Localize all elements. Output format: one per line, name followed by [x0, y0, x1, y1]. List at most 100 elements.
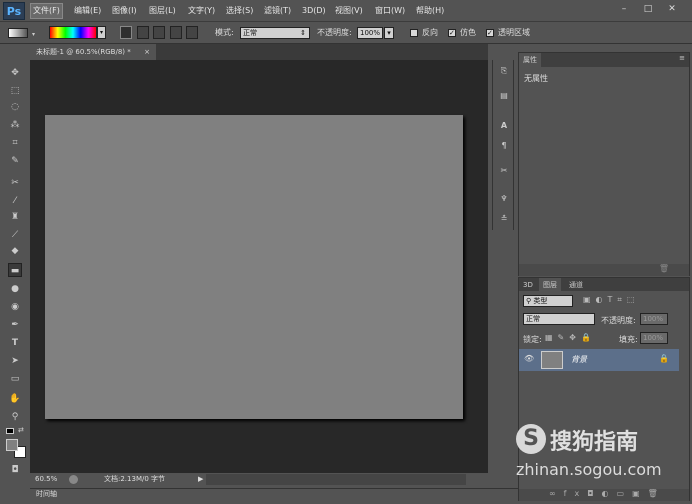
layer-filter-select[interactable]: ⚲ 类型: [523, 295, 573, 307]
panel-menu-icon[interactable]: ≡: [679, 54, 685, 62]
character-panel-icon[interactable]: A: [498, 120, 510, 132]
path-selection-icon[interactable]: ➤: [8, 354, 22, 368]
close-tab-icon[interactable]: ×: [144, 44, 150, 60]
lock-icons[interactable]: ▦✎✥🔒: [545, 333, 596, 342]
tool-presets-icon[interactable]: ✂: [498, 165, 510, 177]
mode-label: 模式:: [215, 28, 234, 37]
mode-select[interactable]: 正常 ⇕: [240, 27, 310, 39]
tool-preset-arrow-icon[interactable]: ▾: [32, 31, 35, 38]
status-menu-arrow-icon[interactable]: ▶: [198, 473, 203, 486]
linear-gradient-icon[interactable]: [120, 26, 132, 39]
default-colors-icon[interactable]: [6, 428, 14, 434]
canvas[interactable]: [45, 115, 463, 419]
gradient-picker[interactable]: [49, 26, 97, 39]
menu-3d[interactable]: 3D(D): [300, 4, 328, 18]
opacity-dropdown-icon[interactable]: ▾: [384, 27, 394, 39]
tab-layers[interactable]: 图层: [539, 278, 561, 292]
properties-footer: 🗑: [519, 264, 689, 276]
menu-select[interactable]: 选择(S): [224, 4, 255, 18]
close-button[interactable]: ✕: [664, 2, 680, 16]
tab-channels[interactable]: 通道: [565, 278, 587, 292]
move-icon[interactable]: ✥: [8, 66, 22, 80]
fill-input[interactable]: 100%: [640, 332, 668, 344]
layer-filter-value: 类型: [533, 297, 548, 305]
radial-gradient-icon[interactable]: [137, 26, 149, 39]
lasso-icon[interactable]: ◌: [8, 100, 22, 114]
document-tab-title: 未标题-1 @ 60.5%(RGB/8) *: [36, 48, 131, 56]
minimize-button[interactable]: –: [616, 2, 632, 16]
transparency-label: 透明区域: [498, 28, 530, 37]
hand-icon[interactable]: ✋: [8, 392, 22, 406]
crop-icon[interactable]: ⌗: [8, 136, 22, 150]
diamond-gradient-icon[interactable]: [186, 26, 198, 39]
zoom-icon[interactable]: ⚲: [8, 410, 22, 424]
opacity-input[interactable]: 100%: [357, 27, 383, 39]
timeline-label[interactable]: 时间轴: [36, 489, 57, 500]
watermark-url: zhinan.sogou.com: [516, 460, 662, 479]
properties-panel: 属性 ≡ 无属性 🗑: [518, 52, 690, 276]
layer-opacity-input[interactable]: 100%: [640, 313, 668, 325]
layer-name[interactable]: 背景: [571, 354, 587, 365]
swap-colors-icon[interactable]: ⇄: [18, 426, 24, 434]
menu-edit[interactable]: 编辑(E): [72, 4, 103, 18]
clone-stamp-icon[interactable]: ♜: [8, 210, 22, 224]
type-icon[interactable]: T: [8, 336, 22, 350]
tab-3d[interactable]: 3D: [519, 278, 537, 292]
zoom-level[interactable]: 60.5%: [35, 473, 57, 486]
menu-type[interactable]: 文字(Y): [186, 4, 217, 18]
angle-gradient-icon[interactable]: [153, 26, 165, 39]
quick-mask-icon[interactable]: ◘: [8, 463, 22, 477]
menu-filter[interactable]: 滤镜(T): [262, 4, 293, 18]
magic-wand-icon[interactable]: ⁂: [8, 118, 22, 132]
horizontal-scrollbar[interactable]: [206, 474, 466, 485]
tab-properties[interactable]: 属性: [519, 53, 541, 67]
paragraph-panel-icon[interactable]: ¶: [498, 140, 510, 152]
visibility-eye-icon[interactable]: 👁: [524, 354, 534, 363]
foreground-color-swatch[interactable]: [6, 439, 18, 451]
menu-view[interactable]: 视图(V): [333, 4, 365, 18]
status-bar: 60.5% 文档:2.13M/0 字节 ▶: [30, 473, 488, 486]
restore-button[interactable]: □: [640, 2, 656, 16]
menu-help[interactable]: 帮助(H): [414, 4, 446, 18]
transparency-checkbox[interactable]: ✓: [486, 29, 494, 37]
menu-layer[interactable]: 图层(L): [147, 4, 178, 18]
actions-panel-icon[interactable]: ▤: [498, 90, 510, 102]
reflected-gradient-icon[interactable]: [170, 26, 182, 39]
tools-panel: ✥ ⬚ ◌ ⁂ ⌗ ✎ ✂ ⁄ ♜ ⟋ ◆ ▬ ● ◉ ✒ T ➤ ▭ ✋ ⚲ …: [4, 60, 26, 478]
dither-checkbox[interactable]: ✓: [448, 29, 456, 37]
marquee-icon[interactable]: ⬚: [8, 84, 22, 98]
brush-presets-icon[interactable]: ♆: [498, 193, 510, 205]
brush-icon[interactable]: ⁄: [8, 194, 22, 208]
adjust-icon[interactable]: ≛: [498, 213, 510, 225]
menu-file[interactable]: 文件(F): [30, 3, 63, 19]
dodge-icon[interactable]: ◉: [8, 300, 22, 314]
menu-window[interactable]: 窗口(W): [373, 4, 407, 18]
spot-healing-icon[interactable]: ✂: [8, 176, 22, 190]
eyedropper-icon[interactable]: ✎: [8, 154, 22, 168]
shape-icon[interactable]: ▭: [8, 372, 22, 386]
watermark-brand: 搜狗指南: [550, 430, 639, 455]
layer-filter-icons[interactable]: ▣◐T⌗⬚: [583, 295, 640, 305]
layer-row[interactable]: 👁 背景 🔒: [519, 349, 679, 371]
blur-icon[interactable]: ●: [8, 282, 22, 296]
eraser-icon[interactable]: ◆: [8, 244, 22, 258]
properties-content: 无属性: [524, 74, 548, 83]
gradient-picker-dropdown-icon[interactable]: ▾: [97, 26, 106, 39]
history-panel-icon[interactable]: ⎘: [498, 65, 510, 77]
gradient-tool-icon[interactable]: [8, 28, 28, 38]
trash-icon[interactable]: 🗑: [659, 264, 669, 273]
pen-icon[interactable]: ✒: [8, 318, 22, 332]
mode-value: 正常: [243, 29, 257, 37]
watermark: S 搜狗指南 zhinan.sogou.com: [512, 418, 688, 498]
layers-tabbar: 3D 图层 通道: [519, 278, 689, 292]
opacity-label: 不透明度:: [317, 28, 352, 37]
panel-dock: ⎘ ▤ A ¶ ✂ ♆ ≛: [492, 60, 514, 230]
history-brush-icon[interactable]: ⟋: [8, 228, 22, 242]
reverse-checkbox[interactable]: [410, 29, 418, 37]
layer-blend-mode-select[interactable]: 正常: [523, 313, 595, 325]
status-share-icon[interactable]: [69, 475, 78, 484]
layer-thumbnail: [541, 351, 563, 369]
gradient-icon[interactable]: ▬: [8, 263, 22, 277]
document-tab[interactable]: 未标题-1 @ 60.5%(RGB/8) * ×: [30, 44, 156, 60]
menu-image[interactable]: 图像(I): [110, 4, 139, 18]
